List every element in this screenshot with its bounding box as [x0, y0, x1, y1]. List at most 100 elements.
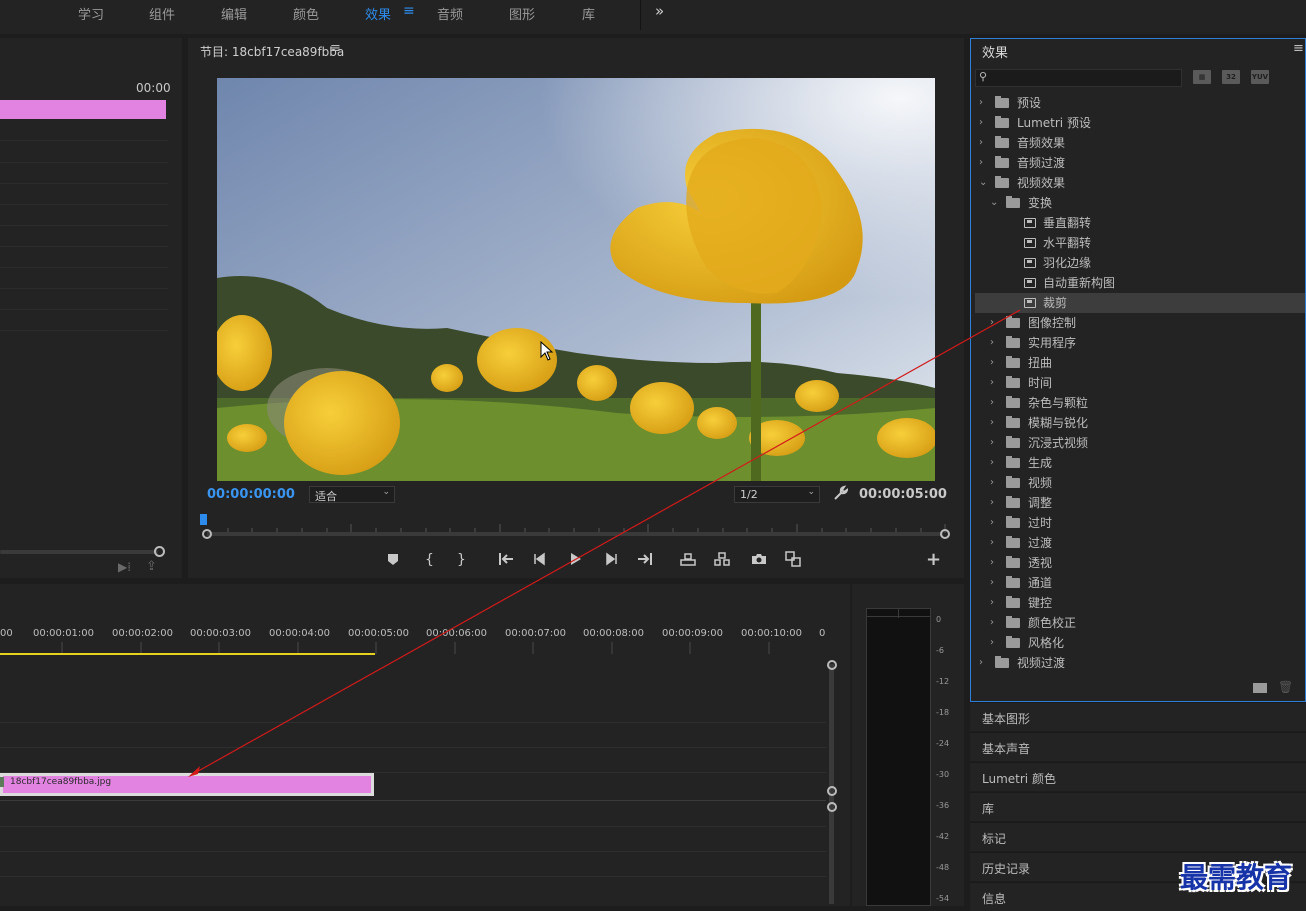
zoom-scrollbar[interactable] — [207, 532, 943, 536]
workspace-tab-assembly[interactable]: 组件 — [149, 4, 175, 23]
effect-item[interactable]: 水平翻转 — [975, 233, 1305, 253]
step-forward-icon[interactable] — [602, 550, 620, 568]
program-time-ruler[interactable] — [203, 518, 946, 533]
extract-icon[interactable] — [713, 550, 731, 568]
chevron-right-icon[interactable]: › — [990, 353, 994, 373]
chevron-right-icon[interactable]: › — [990, 413, 994, 433]
panel-tab[interactable]: 基本图形 — [970, 702, 1306, 731]
effect-item[interactable]: 裁剪 — [975, 293, 1305, 313]
scroll-handle[interactable] — [827, 786, 837, 796]
effect-folder[interactable]: › 视频过渡 — [975, 653, 1305, 673]
current-timecode[interactable]: 00:00:00:00 — [207, 487, 295, 502]
lift-icon[interactable] — [679, 550, 697, 568]
chevron-right-icon[interactable]: › — [990, 373, 994, 393]
go-to-out-icon[interactable] — [636, 550, 654, 568]
effects-search-input[interactable]: ⚲ — [975, 69, 1182, 87]
workspace-tab-editing[interactable]: 编辑 — [221, 4, 247, 23]
effect-folder[interactable]: › 键控 — [975, 593, 1305, 613]
effect-folder[interactable]: › 调整 — [975, 493, 1305, 513]
effect-folder[interactable]: › 过时 — [975, 513, 1305, 533]
workspace-tab-graphics[interactable]: 图形 — [509, 4, 535, 23]
workspace-tab-libraries[interactable]: 库 — [582, 4, 595, 23]
effect-folder[interactable]: › 预设 — [975, 93, 1305, 113]
export-frame-icon[interactable]: ▶⁞ — [118, 560, 131, 574]
scroll-handle[interactable] — [827, 802, 837, 812]
chevron-right-icon[interactable]: › — [990, 613, 994, 633]
accelerated-effects-icon[interactable]: ▦ — [1193, 70, 1211, 84]
effect-folder[interactable]: › 视频 — [975, 473, 1305, 493]
source-clip-bar[interactable] — [0, 100, 166, 119]
chevron-right-icon[interactable]: › — [990, 493, 994, 513]
plus-icon[interactable]: + — [926, 549, 941, 570]
scroll-handle-left[interactable] — [202, 529, 212, 539]
double-chevron-right-icon[interactable]: » — [655, 2, 664, 20]
chevron-right-icon[interactable]: › — [990, 553, 994, 573]
trash-icon[interactable]: 🗑 — [1278, 680, 1293, 694]
panel-tab[interactable]: Lumetri 颜色 — [970, 762, 1306, 791]
workspace-tab-color[interactable]: 颜色 — [293, 4, 319, 23]
chevron-right-icon[interactable]: › — [990, 513, 994, 533]
workspace-tab-learn[interactable]: 学习 — [78, 4, 104, 23]
play-icon[interactable] — [566, 550, 584, 568]
mark-in-icon[interactable]: { — [420, 550, 438, 568]
marker-icon[interactable] — [384, 550, 402, 568]
effect-folder[interactable]: › Lumetri 预设 — [975, 113, 1305, 133]
chevron-right-icon[interactable]: › — [990, 453, 994, 473]
effect-folder[interactable]: › 透视 — [975, 553, 1305, 573]
share-icon[interactable]: ⇪ — [146, 559, 157, 574]
chevron-right-icon[interactable]: › — [979, 113, 983, 133]
playhead[interactable] — [200, 514, 207, 525]
wrench-icon[interactable] — [832, 485, 848, 501]
chevron-down-icon[interactable]: ⌄ — [979, 173, 987, 193]
chevron-right-icon[interactable]: › — [990, 313, 994, 333]
effect-folder[interactable]: › 图像控制 — [975, 313, 1305, 333]
effect-folder[interactable]: › 沉浸式视频 — [975, 433, 1305, 453]
effect-folder[interactable]: › 通道 — [975, 573, 1305, 593]
effect-folder[interactable]: › 时间 — [975, 373, 1305, 393]
scroll-handle-right[interactable] — [940, 529, 950, 539]
workspace-tab-audio[interactable]: 音频 — [437, 4, 463, 23]
chevron-right-icon[interactable]: › — [979, 93, 983, 113]
effect-folder[interactable]: › 过渡 — [975, 533, 1305, 553]
new-folder-icon[interactable] — [1253, 683, 1267, 693]
effect-folder[interactable]: › 生成 — [975, 453, 1305, 473]
timeline-scrollbar[interactable] — [829, 664, 834, 904]
program-title[interactable]: 节目: 18cbf17cea89fbba — [200, 43, 344, 60]
effect-item[interactable]: 垂直翻转 — [975, 213, 1305, 233]
resolution-select[interactable]: 1/2 ⌄ — [734, 486, 820, 503]
chevron-right-icon[interactable]: › — [979, 153, 983, 173]
panel-tab[interactable]: 库 — [970, 792, 1306, 821]
effect-folder[interactable]: › 模糊与锐化 — [975, 413, 1305, 433]
effects-title[interactable]: 效果 — [982, 42, 1008, 61]
hamburger-icon[interactable]: ≡ — [1293, 41, 1304, 56]
hamburger-icon[interactable]: ≡ — [403, 3, 415, 19]
effect-folder[interactable]: ⌄ 变换 — [975, 193, 1305, 213]
effect-folder[interactable]: › 音频过渡 — [975, 153, 1305, 173]
chevron-down-icon[interactable]: ⌄ — [990, 193, 998, 213]
workspace-tab-effects[interactable]: 效果 — [365, 4, 391, 23]
panel-tab[interactable]: 基本声音 — [970, 732, 1306, 761]
zoom-select[interactable]: 适合 ⌄ — [309, 486, 395, 503]
chevron-right-icon[interactable]: › — [990, 473, 994, 493]
chevron-right-icon[interactable]: › — [979, 653, 983, 673]
scroll-handle[interactable] — [827, 660, 837, 670]
chevron-right-icon[interactable]: › — [990, 573, 994, 593]
hamburger-icon[interactable]: ≡ — [330, 41, 341, 56]
work-area-bar[interactable] — [0, 653, 375, 655]
chevron-right-icon[interactable]: › — [990, 393, 994, 413]
effect-folder[interactable]: › 杂色与颗粒 — [975, 393, 1305, 413]
effect-folder[interactable]: › 实用程序 — [975, 333, 1305, 353]
effect-folder[interactable]: › 颜色校正 — [975, 613, 1305, 633]
comparison-view-icon[interactable] — [784, 550, 802, 568]
effect-folder[interactable]: › 扭曲 — [975, 353, 1305, 373]
yuv-effects-icon[interactable]: YUV — [1251, 70, 1269, 84]
chevron-right-icon[interactable]: › — [979, 133, 983, 153]
effect-folder[interactable]: › 风格化 — [975, 633, 1305, 653]
effect-item[interactable]: 羽化边缘 — [975, 253, 1305, 273]
chevron-right-icon[interactable]: › — [990, 333, 994, 353]
effect-item[interactable]: 自动重新构图 — [975, 273, 1305, 293]
camera-icon[interactable] — [750, 550, 768, 568]
source-scrollbar[interactable] — [0, 550, 158, 554]
scroll-handle[interactable] — [154, 546, 165, 557]
chevron-right-icon[interactable]: › — [990, 533, 994, 553]
